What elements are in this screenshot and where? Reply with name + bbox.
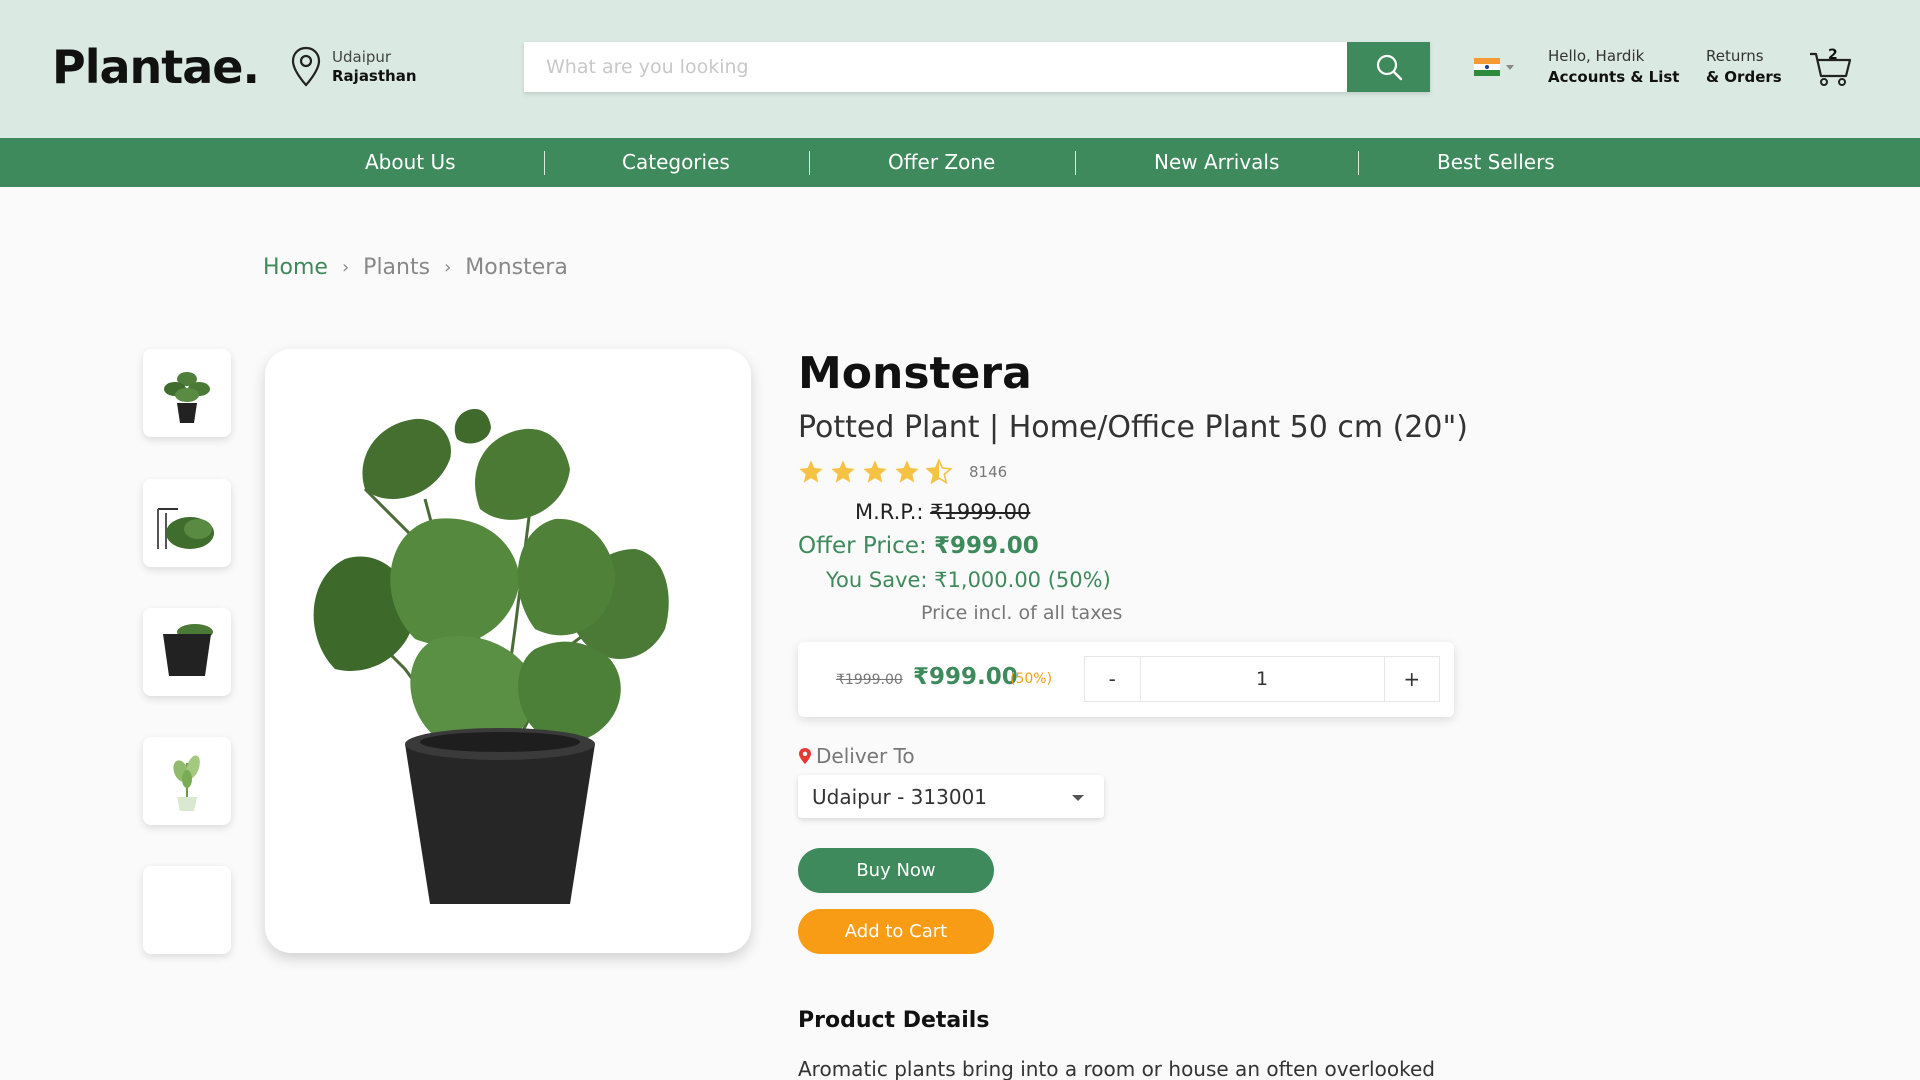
chevron-right-icon: › (444, 257, 452, 278)
sapling-thumbnail-icon (173, 755, 200, 811)
nav-divider (544, 151, 545, 175)
chevron-down-icon (1506, 64, 1514, 70)
chevron-down-icon (1072, 795, 1084, 801)
location-state: Rajasthan (332, 67, 417, 85)
rating-stars[interactable]: 8146 (797, 458, 1007, 486)
breadcrumb: Home › Plants › Monstera (263, 255, 568, 280)
nav-item-new-arrivals[interactable]: New Arrivals (1154, 138, 1279, 187)
monstera-plant-image (313, 409, 669, 904)
current-price: ₹999.00 (913, 664, 1018, 690)
product-main-image (265, 349, 751, 953)
mrp-price: M.R.P.: ₹1999.00 (855, 500, 1030, 524)
thumbnail-5[interactable] (143, 866, 231, 954)
star-icon (863, 460, 887, 483)
nav-item-offer-zone[interactable]: Offer Zone (888, 138, 995, 187)
location-pin-icon (799, 748, 811, 764)
search-icon (1376, 54, 1402, 81)
language-selector[interactable] (1474, 58, 1514, 76)
location-pin-icon (291, 46, 321, 87)
savings-text: You Save: ₹1,000.00 (50%) (826, 568, 1111, 592)
thumbnail-1[interactable] (143, 349, 231, 437)
cart-count: 2 (1828, 47, 1838, 63)
logo[interactable]: Plantae. (52, 40, 260, 94)
mrp-value: ₹1999.00 (930, 500, 1031, 524)
offer-label: Offer Price: (798, 533, 927, 559)
old-price: ₹1999.00 (836, 672, 903, 688)
add-to-cart-button[interactable]: Add to Cart (798, 909, 994, 954)
plant-thumbnail-icon (164, 372, 210, 423)
quantity-stepper: - + (1084, 656, 1440, 702)
nav-divider (1358, 151, 1359, 175)
account-menu[interactable]: Hello, Hardik Accounts & List (1548, 46, 1679, 88)
product-details-heading: Product Details (798, 1008, 990, 1033)
search-bar (524, 42, 1430, 92)
accounts-list-label: Accounts & List (1548, 68, 1680, 86)
star-icon (831, 460, 855, 483)
main-nav: About Us Categories Offer Zone New Arriv… (0, 138, 1920, 187)
thumbnail-4[interactable] (143, 737, 231, 825)
star-icon (799, 460, 823, 483)
site-header: Plantae. Udaipur Rajasthan Hello, Hardik (0, 0, 1920, 138)
location-city: Udaipur (332, 48, 392, 66)
chevron-right-icon: › (341, 257, 350, 278)
delivery-location-value: Udaipur - 313001 (812, 784, 988, 809)
thumbnail-2[interactable] (143, 479, 231, 567)
buy-now-button[interactable]: Buy Now (798, 848, 994, 893)
offer-value: ₹999.00 (934, 533, 1039, 559)
returns-label: Returns (1706, 47, 1764, 65)
breadcrumb-home[interactable]: Home (263, 255, 328, 280)
nav-item-categories[interactable]: Categories (622, 138, 730, 187)
nav-item-best-sellers[interactable]: Best Sellers (1437, 138, 1555, 187)
mrp-label: M.R.P.: (855, 500, 924, 524)
deliver-label-text: Deliver To (816, 744, 915, 768)
nav-item-about-us[interactable]: About Us (365, 138, 456, 187)
rating-count[interactable]: 8146 (969, 463, 1007, 481)
deliver-to-label: Deliver To (798, 744, 915, 768)
increase-button[interactable]: + (1383, 657, 1440, 701)
half-star-icon (925, 458, 953, 485)
nav-divider (1075, 151, 1076, 175)
product-title: Monstera (798, 348, 1032, 399)
location-selector[interactable]: Udaipur Rajasthan (290, 46, 417, 88)
quantity-card: ₹1999.00 ₹999.00 (50%) - + (798, 642, 1454, 717)
nav-divider (809, 151, 810, 175)
product-details-text: Aromatic plants bring into a room or hou… (798, 1057, 1435, 1080)
tax-note: Price incl. of all taxes (921, 602, 1123, 624)
india-flag-icon (1474, 58, 1500, 76)
discount-badge: (50%) (1010, 671, 1053, 687)
thumbnail-3[interactable] (143, 608, 231, 696)
quantity-input[interactable] (1140, 657, 1384, 701)
search-input[interactable] (524, 42, 1347, 92)
plant-thumbnail-icon (157, 508, 214, 549)
star-icon (895, 460, 919, 483)
search-button[interactable] (1347, 42, 1430, 92)
product-subtitle: Potted Plant | Home/Office Plant 50 cm (… (798, 410, 1468, 445)
breadcrumb-plants[interactable]: Plants (363, 255, 430, 280)
account-greeting: Hello, Hardik (1548, 47, 1645, 65)
pot-thumbnail-icon (163, 624, 213, 676)
delivery-location-select[interactable]: Udaipur - 313001 (798, 775, 1104, 818)
cart-button[interactable]: 2 (1808, 46, 1854, 88)
breadcrumb-current: Monstera (465, 255, 568, 280)
orders-label: & Orders (1706, 68, 1782, 86)
decrease-button[interactable]: - (1085, 657, 1141, 701)
returns-orders-link[interactable]: Returns & Orders (1706, 46, 1782, 88)
offer-price: Offer Price: ₹999.00 (798, 533, 1039, 559)
